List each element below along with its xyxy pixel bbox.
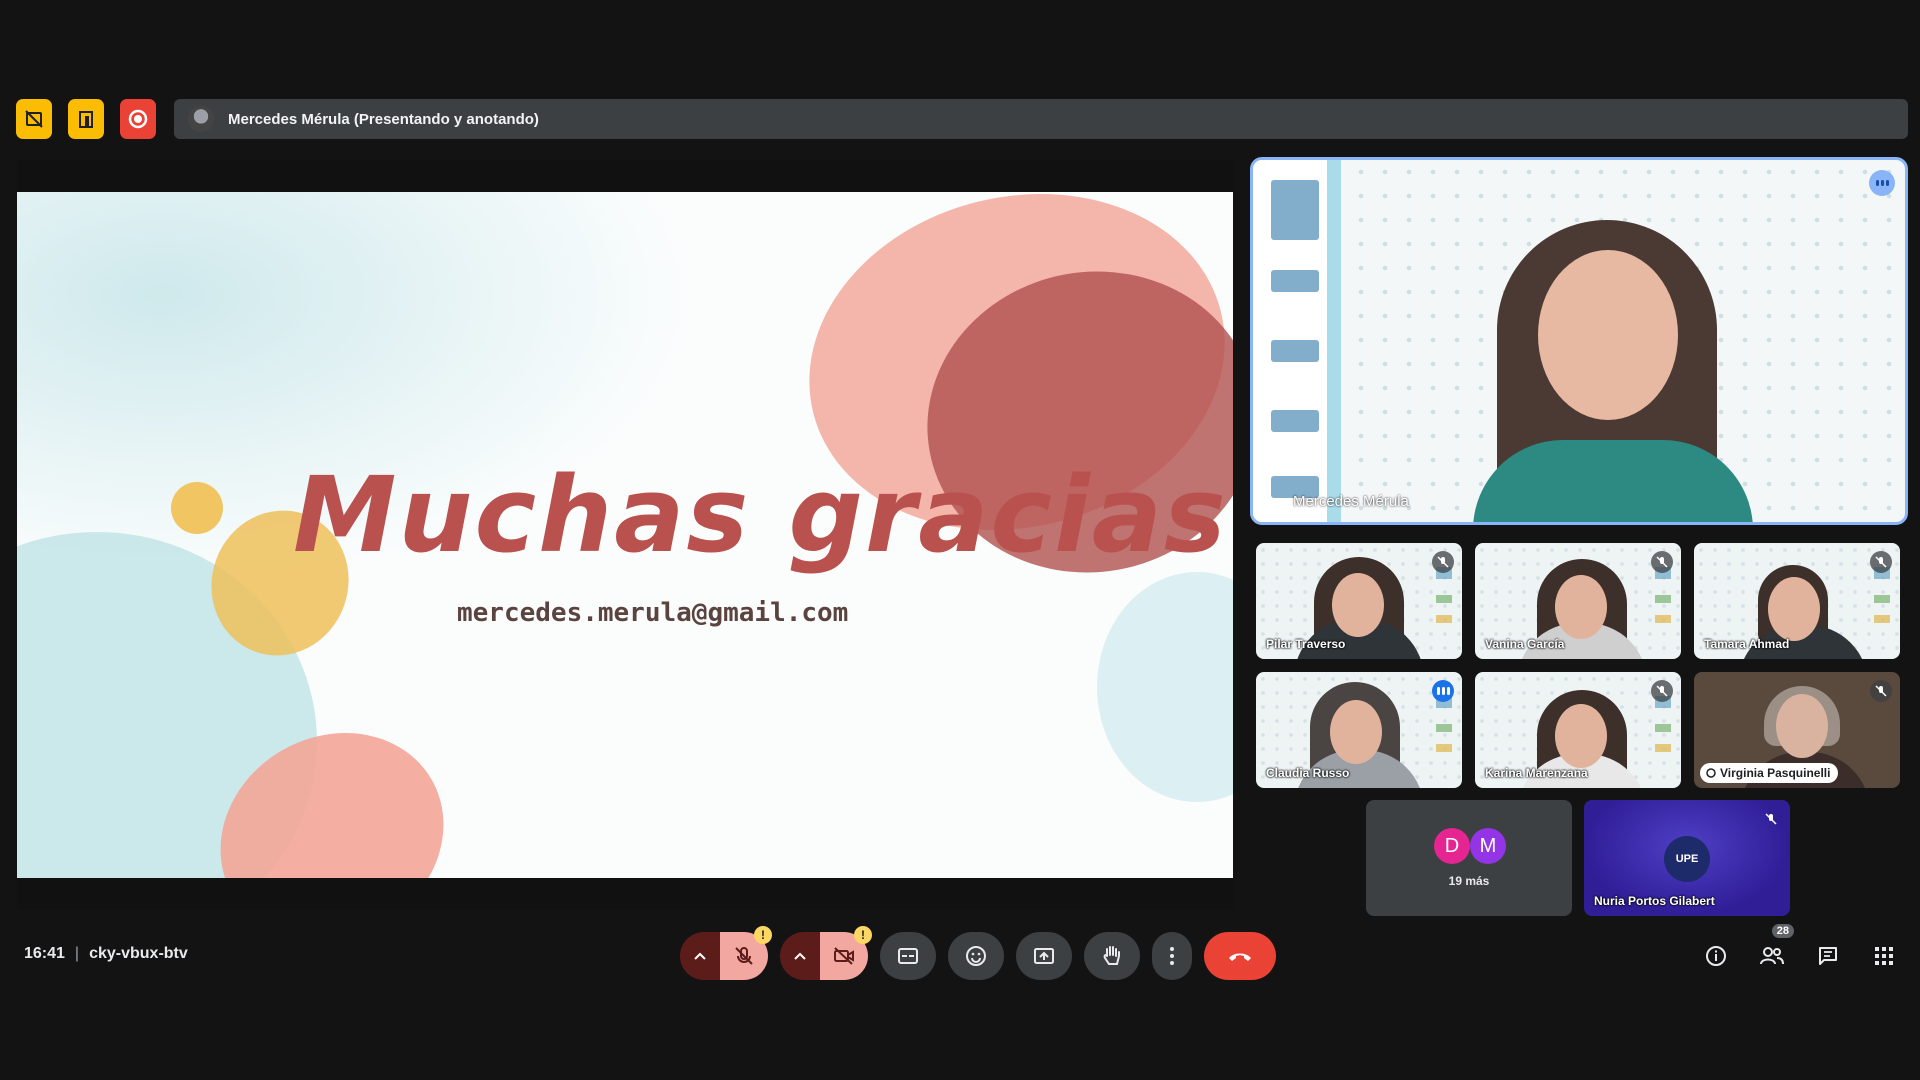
microphone-control: ! — [680, 926, 772, 980]
participant-avatar: D — [1434, 828, 1470, 864]
logo-mark — [1271, 180, 1319, 240]
logo-mark — [1271, 410, 1319, 432]
participant-tile[interactable]: UPE Nuria Portos Gilabert — [1584, 800, 1790, 916]
more-participants-label: 19 más — [1448, 874, 1490, 888]
info-icon — [1706, 946, 1726, 966]
camera-control: ! — [780, 926, 872, 980]
present-screen-icon — [1034, 948, 1054, 964]
side-controls: 28 — [1700, 924, 1900, 974]
participant-name: Nuria Portos Gilabert — [1594, 894, 1715, 908]
top-bar: Mercedes Mérula (Presentando y anotando) — [16, 99, 1908, 139]
mic-off-icon — [1432, 551, 1454, 573]
leave-call-button[interactable] — [1204, 932, 1276, 980]
presenter-banner-text: Mercedes Mérula (Presentando y anotando) — [228, 110, 539, 128]
mic-off-icon — [1651, 680, 1673, 702]
participant-name: Karina Marenzana — [1485, 766, 1588, 780]
recording-button[interactable] — [120, 99, 156, 139]
slide-email: mercedes.merula@gmail.com — [457, 598, 849, 628]
participant-count-badge: 28 — [1771, 924, 1794, 938]
chat-icon — [1819, 947, 1837, 965]
raise-hand-button[interactable] — [1084, 932, 1140, 980]
companion-icon — [79, 111, 93, 128]
companion-button[interactable] — [68, 99, 104, 139]
background-logo-strip — [1253, 160, 1341, 522]
people-icon — [1760, 947, 1784, 965]
participant-avatar: UPE — [1664, 836, 1710, 882]
microphone-toggle-button[interactable]: ! — [720, 926, 772, 980]
mic-off-icon — [1651, 551, 1673, 573]
speaker-name: Mercedes Mérula — [1293, 493, 1409, 510]
reactions-button[interactable] — [948, 932, 1004, 980]
pin-icon — [1706, 768, 1716, 778]
presenter-avatar — [188, 106, 214, 132]
slide-title: Muchas gracias — [293, 454, 1228, 576]
logo-mark — [1271, 270, 1319, 292]
more-participants-tile[interactable]: D M 19 más — [1366, 800, 1572, 916]
participant-tile[interactable]: Karina Marenzana — [1475, 672, 1681, 788]
chevron-up-icon — [794, 952, 806, 960]
meeting-details-button[interactable] — [1700, 938, 1732, 974]
meeting-code: cky-vbux-btv — [89, 945, 188, 962]
watercolor-blob — [171, 482, 223, 534]
warning-icon: ! — [854, 926, 872, 944]
more-vert-icon — [1170, 947, 1174, 965]
chevron-up-icon — [694, 952, 706, 960]
meeting-info-separator: | — [74, 945, 80, 962]
participant-tile[interactable]: Pilar Traverso — [1256, 543, 1462, 659]
participant-name: Tamara Ahmad — [1704, 637, 1790, 651]
participant-tile[interactable]: Claudia Russo — [1256, 672, 1462, 788]
call-controls: ! ! — [680, 926, 1276, 980]
mic-off-icon — [735, 947, 753, 965]
mic-off-icon — [1870, 680, 1892, 702]
speaker-tile[interactable]: Mercedes Mérula — [1250, 157, 1908, 525]
activities-button[interactable] — [1868, 938, 1900, 974]
hide-tiles-button[interactable] — [16, 99, 52, 139]
presentation-stage: Muchas gracias mercedes.merula@gmail.com — [17, 160, 1233, 910]
participant-tile[interactable]: Tamara Ahmad — [1694, 543, 1900, 659]
meeting-time: 16:41 — [24, 945, 65, 962]
apps-grid-icon — [1875, 947, 1893, 965]
camera-toggle-button[interactable]: ! — [820, 926, 872, 980]
participant-tile[interactable]: Virginia Pasquinelli — [1694, 672, 1900, 788]
participant-avatar: M — [1470, 828, 1506, 864]
participant-name: Vanina García — [1485, 637, 1565, 651]
video-options-button[interactable] — [780, 932, 820, 980]
captions-icon — [898, 948, 918, 964]
emoji-icon — [966, 946, 986, 966]
mic-off-icon — [1760, 808, 1782, 830]
more-options-button[interactable] — [1152, 932, 1192, 980]
logo-mark — [1271, 340, 1319, 362]
captions-button[interactable] — [880, 932, 936, 980]
present-button[interactable] — [1016, 932, 1072, 980]
chat-button[interactable] — [1812, 938, 1844, 974]
participant-name: Virginia Pasquinelli — [1720, 766, 1831, 780]
meet-window: Mercedes Mérula (Presentando y anotando)… — [0, 0, 1920, 1080]
meeting-info: 16:41 | cky-vbux-btv — [24, 945, 188, 963]
hand-icon — [1103, 946, 1120, 965]
speaking-indicator-icon — [1869, 170, 1895, 196]
participant-tile[interactable]: Vanina García — [1475, 543, 1681, 659]
watercolor-blob — [1097, 572, 1233, 802]
hide-tiles-icon — [25, 110, 43, 128]
participant-name: Claudia Russo — [1266, 766, 1350, 780]
presenter-banner: Mercedes Mérula (Presentando y anotando) — [174, 99, 1908, 139]
presentation-slide: Muchas gracias mercedes.merula@gmail.com — [17, 192, 1233, 878]
people-button[interactable]: 28 — [1756, 924, 1794, 974]
participant-name-pill: Virginia Pasquinelli — [1700, 763, 1839, 783]
speaker-video — [1473, 220, 1753, 522]
speaking-indicator-icon — [1432, 680, 1454, 702]
end-call-icon — [1229, 953, 1251, 961]
camera-off-icon — [834, 947, 854, 965]
participant-name: Pilar Traverso — [1266, 637, 1346, 651]
audio-options-button[interactable] — [680, 932, 720, 980]
recording-icon — [128, 109, 148, 129]
warning-icon: ! — [754, 926, 772, 944]
mic-off-icon — [1870, 551, 1892, 573]
